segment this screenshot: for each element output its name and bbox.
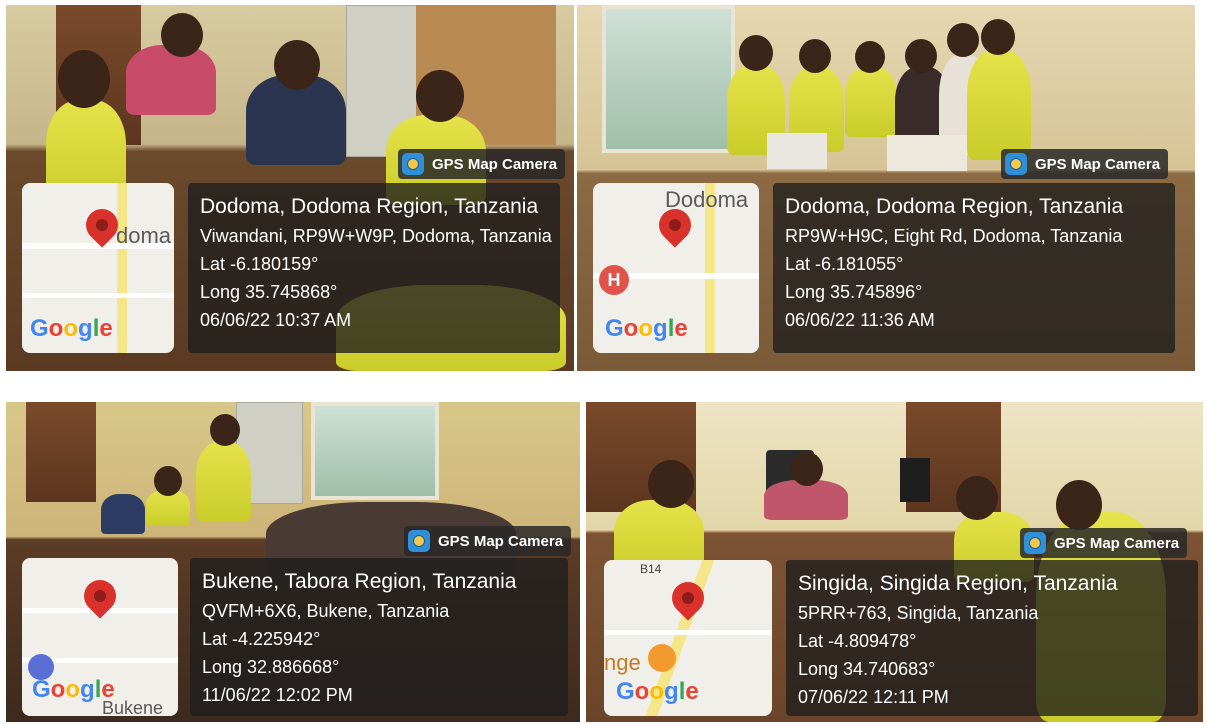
gps-info-text: Dodoma, Dodoma Region, Tanzania RP9W+H9C… (785, 195, 1123, 331)
photo-4: GPS Map Camera B14 nge Google Singida, S… (586, 402, 1203, 722)
map-place-label: Bukene S (102, 698, 164, 716)
person-head (981, 19, 1015, 55)
person-head (905, 39, 937, 73)
map-place-label: doma (116, 223, 172, 248)
person-head (947, 23, 979, 57)
monitor (900, 458, 930, 502)
map-place-label: Dodoma (665, 187, 749, 212)
gps-camera-badge: GPS Map Camera (1001, 149, 1169, 179)
person-head (799, 39, 831, 73)
map-thumbnail: doma Google (22, 183, 174, 353)
window (311, 402, 439, 500)
badge-label: GPS Map Camera (432, 155, 558, 173)
location-title: Bukene, Tabora Region, Tanzania (202, 570, 517, 593)
person-head (855, 41, 885, 73)
address: QVFM+6X6, Bukene, Tanzania (202, 601, 450, 621)
map-place-label: nge (604, 650, 641, 675)
window (602, 5, 735, 153)
latitude: Lat -4.225942° (202, 629, 321, 649)
map-road (604, 630, 772, 635)
person-head (154, 466, 182, 496)
map-road (117, 183, 127, 353)
camera-app-icon (1005, 153, 1027, 175)
map-road (22, 293, 174, 298)
badge-label: GPS Map Camera (438, 532, 564, 550)
badge-label: GPS Map Camera (1054, 534, 1180, 552)
printer (887, 135, 967, 171)
gps-camera-badge: GPS Map Camera (398, 149, 566, 179)
map-thumbnail: B14 nge Google (604, 560, 772, 716)
photo-3: GPS Map Camera Google Bukene S Bukene, T… (6, 402, 580, 722)
road-label: B14 (640, 562, 662, 576)
latitude: Lat -6.181055° (785, 254, 904, 274)
badge-label: GPS Map Camera (1035, 155, 1161, 173)
person-head (1056, 480, 1102, 530)
longitude: Long 35.745896° (785, 282, 923, 302)
longitude: Long 35.745868° (200, 282, 338, 302)
timestamp: 07/06/22 12:11 PM (798, 687, 949, 707)
person-head (161, 13, 203, 57)
gps-info-text: Dodoma, Dodoma Region, Tanzania Viwandan… (200, 195, 552, 331)
person-head (739, 35, 773, 71)
longitude: Long 34.740683° (798, 659, 936, 679)
location-title: Dodoma, Dodoma Region, Tanzania (785, 195, 1124, 218)
person (967, 50, 1031, 160)
person (126, 45, 216, 115)
address: Viwandani, RP9W+W9P, Dodoma, Tanzania (200, 226, 552, 246)
google-logo: Google (605, 315, 688, 342)
map-thumbnail: Dodoma H Google (593, 183, 759, 353)
google-logo: Google (616, 678, 699, 705)
person-head (274, 40, 320, 90)
latitude: Lat -6.180159° (200, 254, 319, 274)
map-thumbnail: Google Bukene S (22, 558, 178, 716)
camera-app-icon (1024, 532, 1046, 554)
address: 5PRR+763, Singida, Tanzania (798, 603, 1039, 623)
photo-2: GPS Map Camera Dodoma H Google Dodoma, D… (577, 5, 1195, 371)
person-head (791, 452, 823, 486)
timestamp: 11/06/22 12:02 PM (202, 685, 353, 705)
timestamp: 06/06/22 10:37 AM (200, 310, 352, 330)
gps-camera-badge: GPS Map Camera (1020, 528, 1188, 558)
door (26, 402, 96, 502)
person (101, 494, 145, 534)
longitude: Long 32.886668° (202, 657, 340, 677)
person-head (58, 50, 110, 108)
person (764, 480, 848, 520)
camera-app-icon (402, 153, 424, 175)
hospital-icon: H (599, 265, 629, 295)
latitude: Lat -4.809478° (798, 631, 917, 651)
person-head (956, 476, 998, 520)
gps-info-text: Singida, Singida Region, Tanzania 5PRR+7… (798, 572, 1118, 708)
gps-info-text: Bukene, Tabora Region, Tanzania QVFM+6X6… (202, 570, 516, 706)
timestamp: 06/06/22 11:36 AM (785, 310, 935, 330)
printer (767, 133, 827, 169)
address: RP9W+H9C, Eight Rd, Dodoma, Tanzania (785, 226, 1123, 246)
camera-app-icon (408, 530, 430, 552)
person-head (648, 460, 694, 508)
person-head (210, 414, 240, 446)
person (845, 67, 897, 137)
location-title: Singida, Singida Region, Tanzania (798, 572, 1118, 595)
person-head (416, 70, 464, 122)
photo-1: GPS Map Camera doma Google Dodoma, Dodom… (6, 5, 574, 371)
google-logo: Google (30, 315, 113, 342)
person (196, 442, 251, 522)
location-title: Dodoma, Dodoma Region, Tanzania (200, 195, 539, 218)
bar-icon (648, 644, 676, 672)
gps-camera-badge: GPS Map Camera (404, 526, 572, 556)
